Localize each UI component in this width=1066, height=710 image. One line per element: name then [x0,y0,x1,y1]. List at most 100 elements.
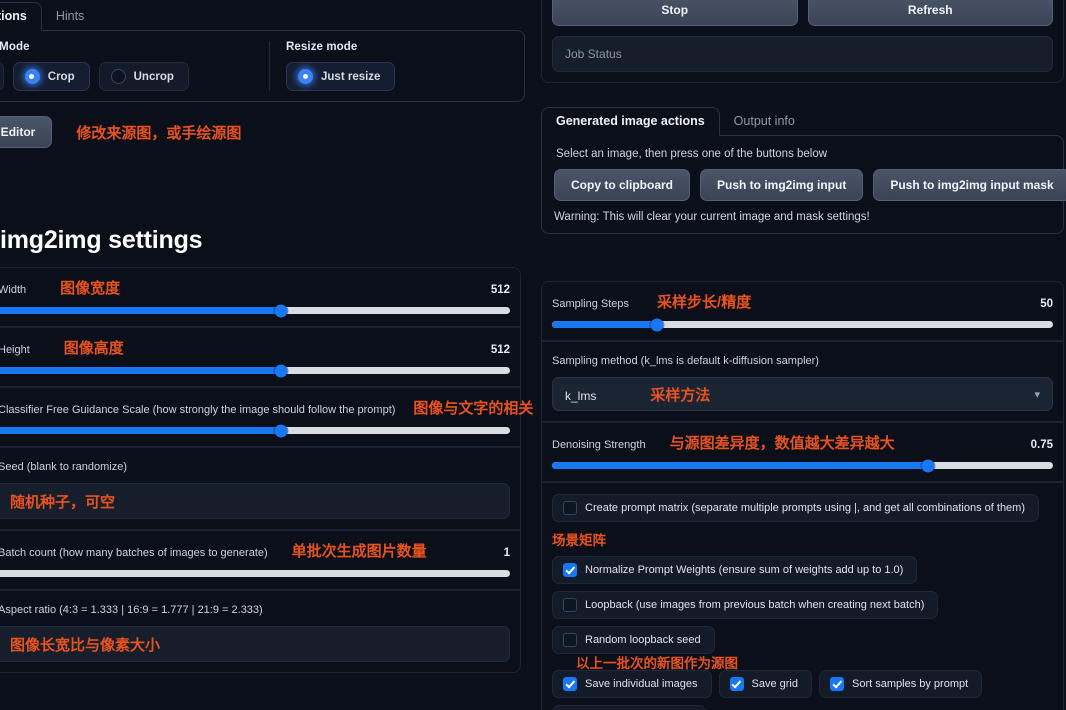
field-height-annotation: 图像高度 [63,340,124,357]
radio-crop-dot [24,69,40,84]
field-batch-count: Batch count (how many batches of images … [0,530,520,590]
field-sampling-method-label: Sampling method (k_lms is default k-diff… [552,355,819,367]
page-title: img2img settings [0,226,203,254]
checkbox-create-prompt-matrix-label: Create prompt matrix (separate multiple … [585,502,1025,514]
field-cfg-scale-label: Classifier Free Guidance Scale (how stro… [0,404,396,416]
field-width-value: 512 [490,284,510,296]
output-actions-card: Generated image actions Output info Sele… [541,105,1066,234]
field-height-slider[interactable] [0,364,510,377]
resize-mode-group: Resize mode Just resize [270,41,396,91]
toggle-row-1: Create prompt matrix (separate multiple … [552,494,1053,549]
job-status-input[interactable]: Job Status [552,36,1053,72]
push-to-img2img-input-mask-button[interactable]: Push to img2img input mask [873,169,1066,201]
field-width-slider[interactable] [0,304,510,317]
advanced-editor-button[interactable]: Advanced Editor [0,116,53,148]
field-batch-count-label: Batch count (how many batches of images … [0,547,268,559]
resize-mode-radios: Just resize [286,62,396,91]
checkbox-random-loopback-seed[interactable]: Random loopback seed [552,626,715,654]
field-seed-label: Seed (blank to randomize) [0,461,128,473]
copy-to-clipboard-button[interactable]: Copy to clipboard [554,169,690,201]
radio-uncrop[interactable]: Uncrop [98,62,189,91]
output-warning: Warning: This will clear your current im… [554,211,870,223]
tab-generated-image-actions[interactable]: Generated image actions [541,107,720,136]
field-sampling-steps-label: Sampling Steps [552,298,630,310]
field-cfg-scale-slider[interactable] [0,424,510,437]
output-tabs: Generated image actions Output info [541,105,1064,136]
checkbox-normalize-prompt-weights-label: Normalize Prompt Weights (ensure sum of … [585,564,904,576]
editor-options-body: Image Editor Mode Mask Crop [0,30,525,102]
stop-button[interactable]: Stop [552,0,798,26]
image-editor-mode-title: Image Editor Mode [0,41,30,53]
checkbox-save-individual-images-label: Save individual images [585,678,698,690]
tab-output-info-label: Output info [733,114,795,128]
field-denoising-strength-annotation: 与源图差异度，数值越大差异越大 [669,435,895,452]
checkbox-sort-samples-by-prompt-label: Sort samples by prompt [852,678,969,690]
tab-editor-options[interactable]: Editor Options [0,2,42,31]
radio-just-resize-label: Just resize [321,70,381,83]
image-editor-mode-radios: Mask Crop Uncrop [0,62,255,91]
tab-output-info[interactable]: Output info [720,108,809,135]
field-cfg-scale: Classifier Free Guidance Scale (how stro… [0,387,533,447]
sampling-settings-panel: Sampling Steps 采样步长/精度 50 Sampling metho… [541,281,1064,710]
checkbox-normalize-prompt-weights[interactable]: Normalize Prompt Weights (ensure sum of … [552,556,918,584]
radio-uncrop-label: Uncrop [133,70,174,83]
checkbox-sort-samples-by-prompt[interactable]: Sort samples by prompt [819,670,983,698]
toggle-row-2: Normalize Prompt Weights (ensure sum of … [552,556,1053,584]
checkbox-loopback[interactable]: Loopback (use images from previous batch… [552,591,939,619]
radio-uncrop-dot [110,69,126,84]
tab-hints-label: Hints [55,9,85,23]
radio-crop[interactable]: Crop [12,62,90,91]
checkbox-create-prompt-matrix-box [563,501,577,515]
field-height: Height 图像高度 512 [0,327,520,387]
output-buttons: Copy to clipboard Push to img2img input … [554,169,1066,201]
field-denoising-strength-value: 0.75 [1030,439,1053,451]
tab-generated-image-actions-label: Generated image actions [556,114,705,128]
field-batch-count-slider[interactable] [0,570,510,577]
seed-input[interactable]: 随机种子，可空 [0,483,510,519]
field-width-label: Width [0,284,27,296]
sampling-method-value: k_lms [565,388,597,403]
checkbox-save-grid-box [729,677,744,691]
radio-crop-label: Crop [47,70,75,83]
output-actions-body: Select an image, then press one of the b… [541,135,1066,234]
toggles-group: Create prompt matrix (separate multiple … [542,482,1063,710]
left-column: Editor Options Hints Image Editor Mode M… [0,0,533,710]
refresh-button[interactable]: Refresh [807,0,1053,26]
aspect-ratio-input[interactable]: 图像长宽比与像素大小 [0,626,510,662]
field-batch-count-annotation: 单批次生成图片数量 [291,543,427,560]
field-width: Width 图像宽度 512 [0,268,520,327]
field-seed-annotation: 随机种子，可空 [10,493,116,511]
checkbox-save-grid[interactable]: Save grid [718,670,812,698]
field-cfg-scale-annotation: 图像与文字的相关度 [413,400,533,417]
field-sampling-steps-slider[interactable] [552,318,1053,331]
field-height-label: Height [0,344,30,356]
radio-mask[interactable]: Mask [0,62,4,91]
loopback-annotation: 以上一批次的新图作为源图 [576,656,738,671]
field-width-annotation: 图像宽度 [60,280,121,297]
checkbox-save-individual-images[interactable]: Save individual images [552,670,712,698]
field-sampling-steps-annotation: 采样步长/精度 [657,294,752,311]
checkbox-create-prompt-matrix[interactable]: Create prompt matrix (separate multiple … [552,494,1039,522]
tab-editor-options-label: Editor Options [0,9,27,23]
field-seed: Seed (blank to randomize) 随机种子，可空 [0,447,520,530]
field-sampling-steps-value: 50 [1040,298,1053,310]
field-denoising-strength-label: Denoising Strength [552,439,646,451]
checkbox-save-individual-images-box [563,677,577,691]
img2img-settings-panel: Width 图像宽度 512 Height 图像高度 512 Classifie… [0,267,533,673]
push-to-img2img-input-button[interactable]: Push to img2img input [700,169,864,201]
right-column: Stop Refresh Job Status Generated image … [533,0,1066,710]
image-editor-mode-group: Image Editor Mode Mask Crop [0,41,270,91]
sampling-method-dropdown[interactable]: k_lms 采样方法 ▾ [552,377,1053,411]
field-denoising-strength-slider[interactable] [552,459,1053,472]
chevron-down-icon: ▾ [1034,388,1040,401]
output-note: Select an image, then press one of the b… [556,148,828,160]
tab-hints[interactable]: Hints [42,3,98,30]
radio-just-resize[interactable]: Just resize [286,62,396,91]
job-buttons: Stop Refresh [552,0,1053,26]
checkbox-write-sample-info-files[interactable]: Write sample info files [552,705,707,710]
prompt-matrix-annotation: 场景矩阵 [552,533,606,548]
editor-options-card: Editor Options Hints Image Editor Mode M… [0,0,533,102]
checkbox-loopback-box [563,598,577,612]
field-batch-count-value: 1 [503,547,510,559]
advanced-editor-annotation: 修改来源图，或手绘源图 [76,124,242,142]
